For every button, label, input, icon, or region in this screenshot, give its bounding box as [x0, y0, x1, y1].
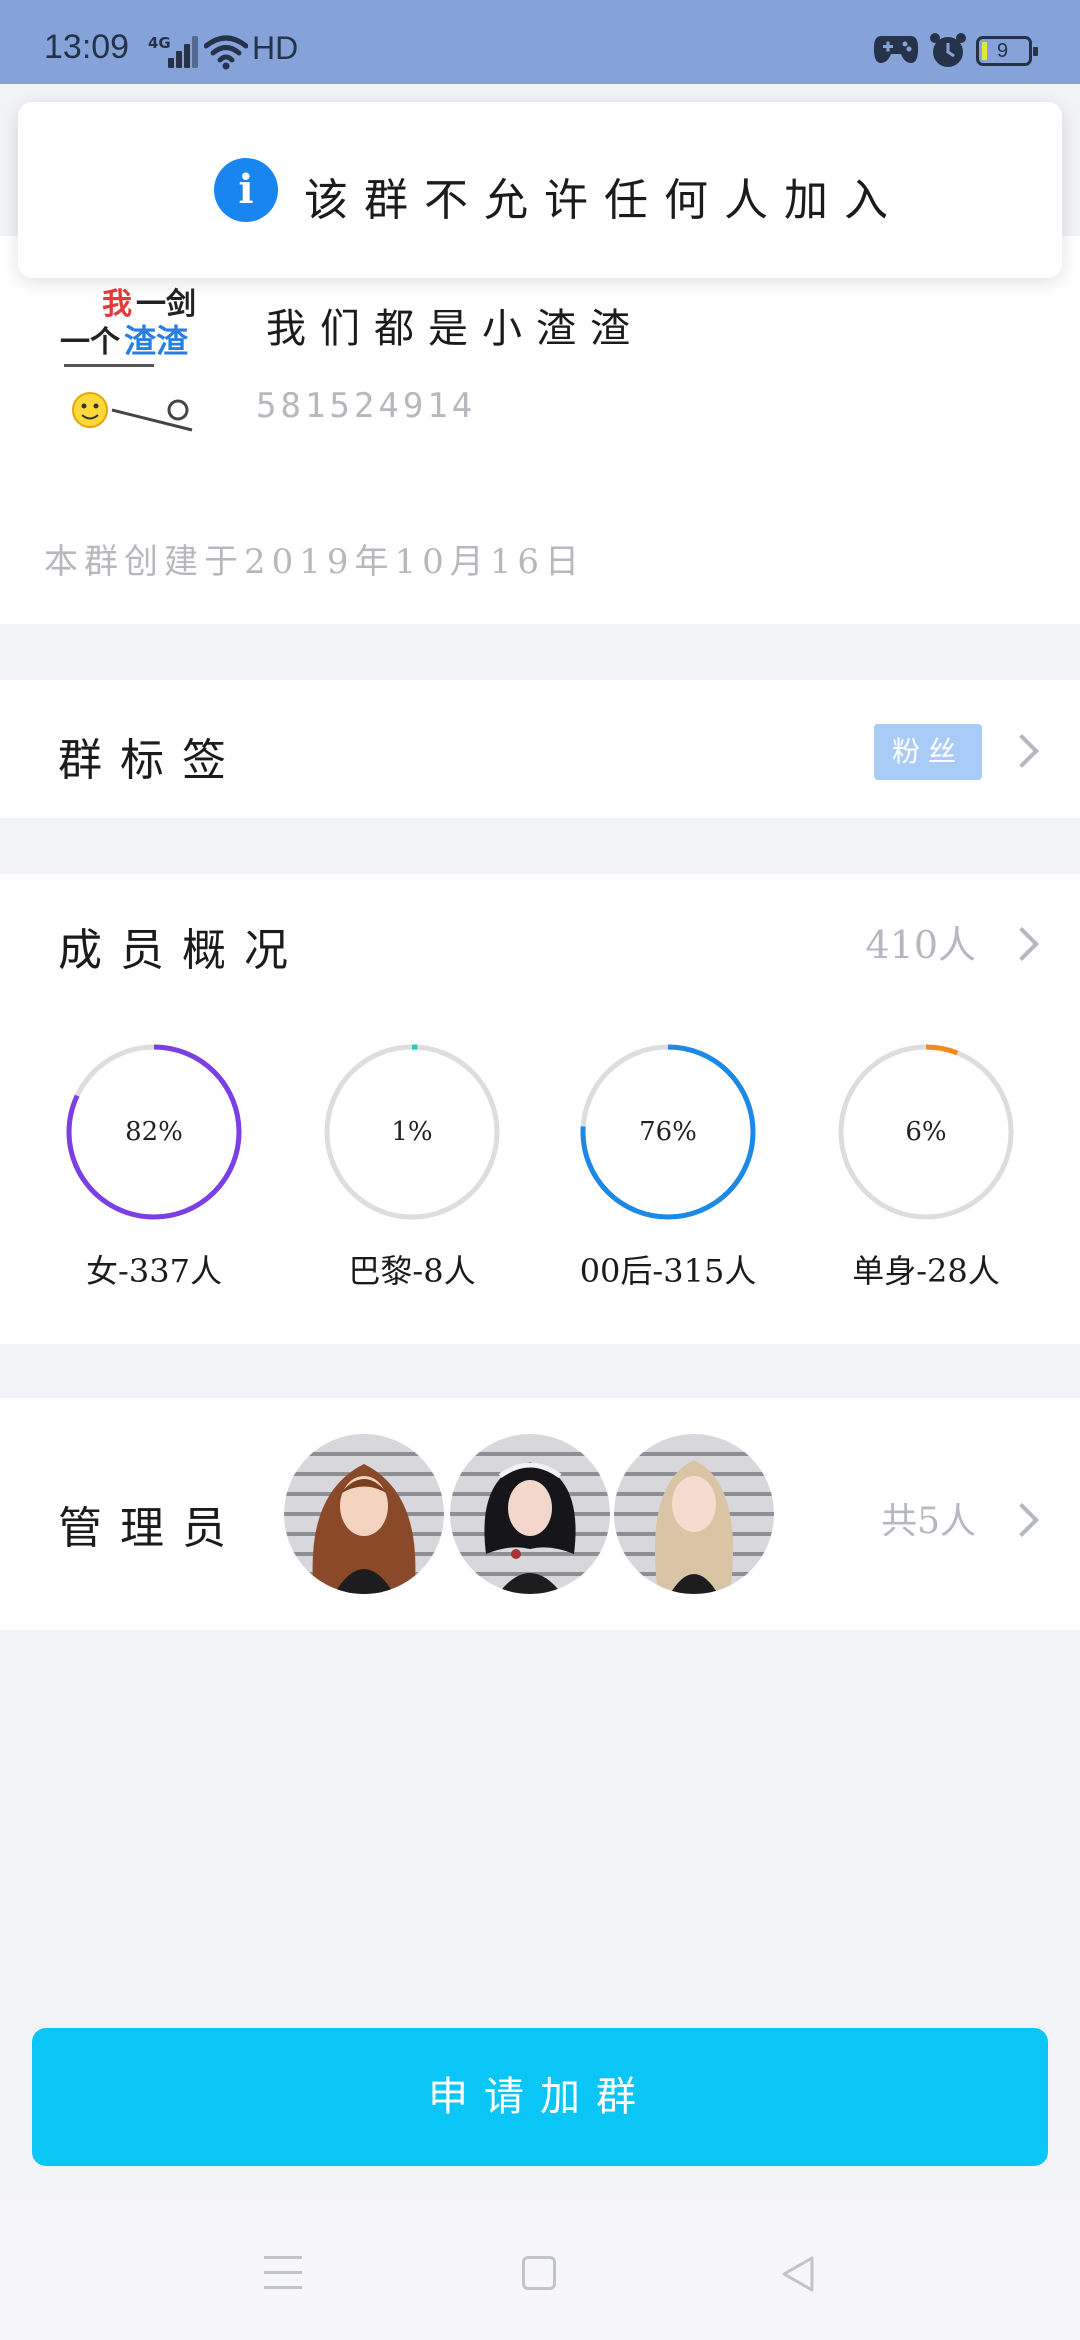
battery-level: 9: [997, 40, 1009, 62]
stat-label: 单身-28人: [852, 1252, 1000, 1290]
system-nav-bar: [0, 2200, 1080, 2340]
back-icon[interactable]: [778, 2254, 818, 2294]
svg-text:我: 我: [102, 287, 132, 322]
svg-text:一剑: 一剑: [136, 287, 196, 322]
member-count: 410人: [865, 923, 976, 967]
group-name: 我们都是小渣渣: [266, 306, 644, 352]
members-title: 成员概况: [58, 925, 306, 976]
stat-ring-single: 6%: [836, 1042, 1016, 1222]
tag-badge: 粉丝: [874, 724, 982, 780]
toast-notification: i 该群不允许任何人加入: [18, 102, 1062, 278]
group-header: 我 一剑 一个 渣渣 我们都是小渣渣 581524914 本群创建于2019年1…: [0, 236, 1080, 624]
stat-percent: 1%: [391, 1117, 433, 1147]
status-time: 13:09: [44, 28, 130, 66]
toast-message: 该群不允许任何人加入: [304, 175, 904, 226]
stat-label: 巴黎-8人: [348, 1252, 476, 1290]
admin-count: 共5人: [881, 1501, 976, 1542]
hd-indicator: HD: [252, 30, 299, 66]
admin-avatar[interactable]: [614, 1434, 774, 1594]
stat-percent: 6%: [905, 1117, 947, 1147]
alarm-icon: [930, 33, 966, 67]
stat-label: 女-337人: [86, 1252, 222, 1290]
stat-ring-00s: 76%: [578, 1042, 758, 1222]
apply-join-button[interactable]: 申请加群: [32, 2028, 1048, 2166]
stat-label: 00后-315人: [579, 1252, 757, 1290]
group-tags-row[interactable]: 群标签 粉丝: [0, 680, 1080, 818]
admins-row[interactable]: 管理员 共5人: [0, 1398, 1080, 1630]
status-bar: 13:09 4G HD 9: [0, 0, 1080, 84]
game-controller-icon: [873, 36, 919, 64]
chevron-right-icon: [1005, 1503, 1039, 1537]
group-created-date: 本群创建于2019年10月16日: [44, 542, 586, 582]
stat-percent: 76%: [639, 1117, 697, 1147]
signal-icon: [168, 32, 198, 68]
stat-percent: 82%: [125, 1117, 183, 1147]
group-avatar[interactable]: 我 一剑 一个 渣渣: [54, 280, 214, 440]
battery-icon: 9: [976, 36, 1038, 66]
home-icon[interactable]: [522, 2256, 556, 2290]
stat-ring-paris: 1%: [322, 1042, 502, 1222]
svg-text:渣渣: 渣渣: [124, 322, 189, 360]
admin-avatar[interactable]: [284, 1434, 444, 1594]
wifi-icon: [204, 35, 248, 70]
group-tags-title: 群标签: [58, 735, 244, 786]
menu-icon[interactable]: [264, 2256, 302, 2290]
stat-ring-female: 82%: [64, 1042, 244, 1222]
chevron-right-icon: [1005, 734, 1039, 768]
group-id: 581524914: [256, 386, 477, 426]
members-overview[interactable]: 成员概况 410人 82% 女-337人 1% 巴黎-8人 76% 00后-31…: [0, 874, 1080, 1344]
chevron-right-icon: [1005, 927, 1039, 961]
admins-title: 管理员: [58, 1503, 244, 1554]
admin-avatar[interactable]: [450, 1434, 610, 1594]
svg-text:一个: 一个: [60, 325, 121, 360]
info-icon: i: [214, 158, 278, 222]
